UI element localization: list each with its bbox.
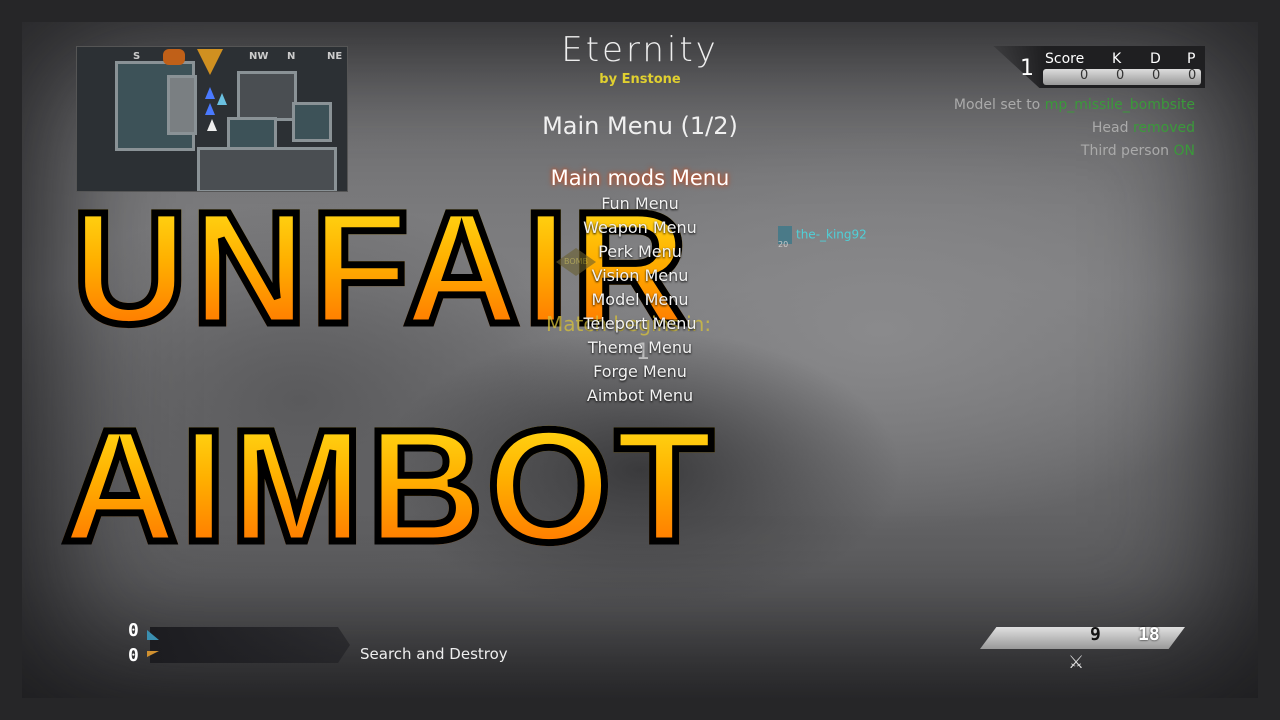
menu-item-weapon[interactable]: Weapon Menu	[0, 216, 1280, 240]
equipment-icon: ⚔	[1068, 652, 1085, 673]
menu-page-title: Main Menu (1/2)	[542, 112, 738, 140]
player-nametag: the-_king92 20	[778, 226, 867, 249]
ammo-clip: 9	[1090, 624, 1101, 645]
feed-text: Head	[1091, 120, 1133, 136]
menu-item-theme[interactable]: Theme Menu	[0, 336, 1280, 360]
player-rank: 20	[778, 240, 789, 249]
player-name: the-_king92	[796, 227, 867, 242]
score-header: Score	[1045, 51, 1085, 67]
kills-value: 0	[1116, 68, 1125, 83]
feed-message: Third person ON	[1081, 143, 1195, 159]
menu-item-vision[interactable]: Vision Menu	[0, 264, 1280, 288]
menu-item-model[interactable]: Model Menu	[0, 288, 1280, 312]
team-score-bar	[150, 627, 350, 663]
menu-item-perk[interactable]: Perk Menu	[0, 240, 1280, 264]
thumbnail-text-aimbot: AIMBOT	[58, 396, 718, 575]
plants-header: P	[1187, 51, 1196, 67]
ammo-reserve: 18	[1138, 624, 1160, 645]
feed-message: Head removed	[1092, 120, 1195, 136]
teammate-marker-icon	[205, 87, 215, 99]
deaths-value: 0	[1152, 68, 1161, 83]
game-mode-label: Search and Destroy	[360, 645, 508, 663]
kills-header: K	[1112, 51, 1122, 67]
mod-menu-list: Main mods Menu Fun Menu Weapon Menu Perk…	[0, 164, 1280, 408]
feed-message: Model set to mp_missile_bombsite	[954, 97, 1195, 113]
feed-text: Model set to	[953, 97, 1045, 113]
deaths-header: D	[1150, 51, 1161, 67]
teammate-marker-icon	[217, 93, 227, 105]
scoreboard-rank: 1	[1020, 56, 1034, 81]
feed-highlight: removed	[1132, 120, 1195, 136]
feed-text: Third person	[1080, 143, 1174, 159]
menu-item-main-mods[interactable]: Main mods Menu	[0, 164, 1280, 192]
menu-item-aimbot[interactable]: Aimbot Menu	[0, 384, 1280, 408]
plants-value: 0	[1188, 68, 1197, 83]
enemy-score: 0	[128, 645, 139, 666]
feed-highlight: mp_missile_bombsite	[1044, 97, 1195, 113]
feed-highlight: ON	[1173, 143, 1196, 159]
menu-item-fun[interactable]: Fun Menu	[0, 192, 1280, 216]
score-value: 0	[1080, 68, 1089, 83]
menu-item-forge[interactable]: Forge Menu	[0, 360, 1280, 384]
menu-item-teleport[interactable]: Teleport Menu	[0, 312, 1280, 336]
friendly-score: 0	[128, 620, 139, 641]
